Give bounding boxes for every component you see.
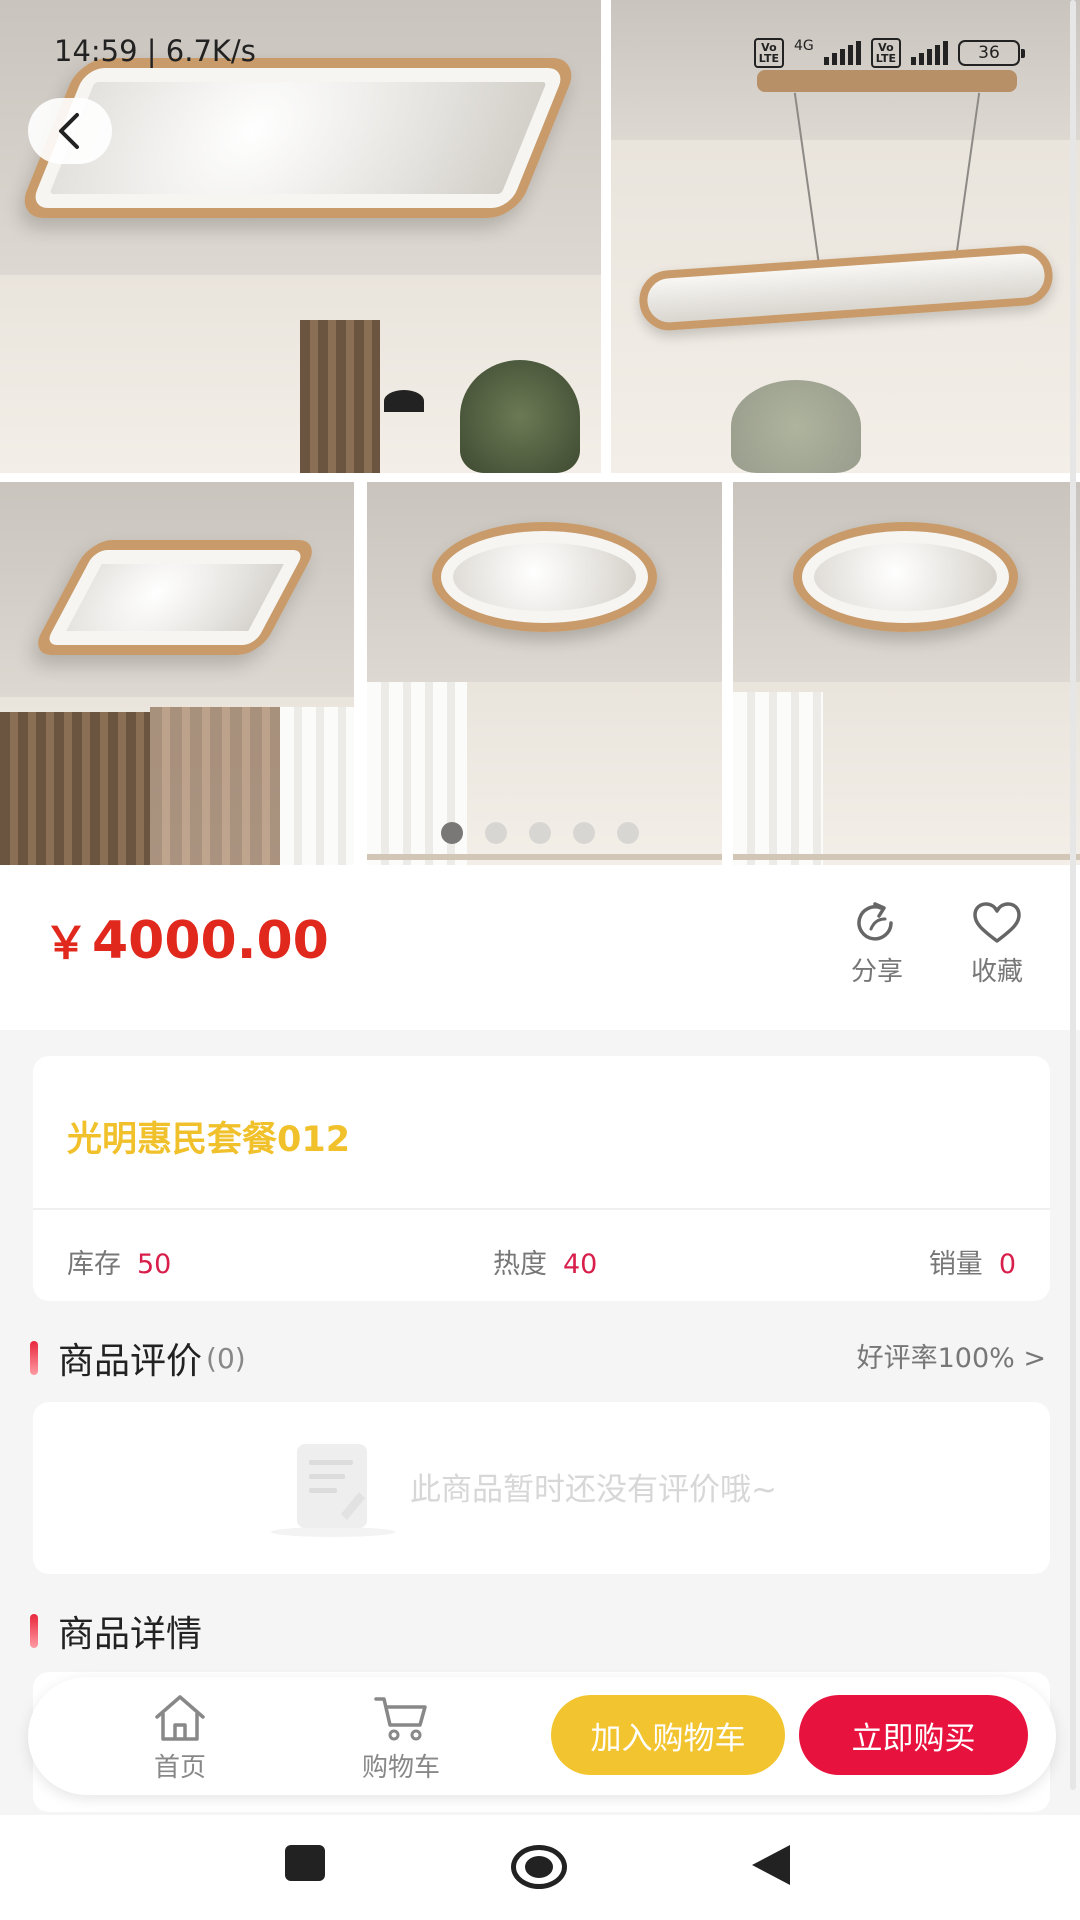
favorite-label: 收藏 (970, 957, 1023, 987)
volte-icon: Vo LTE (753, 38, 785, 68)
heat-label: 热度 (493, 1249, 547, 1280)
details-title: 商品详情 (58, 1614, 203, 1655)
price-section: ￥4000.00 分享 收藏 (0, 865, 1080, 1030)
heat-stat: 热度 40 (493, 1242, 597, 1281)
stock-stat: 库存 50 (67, 1242, 171, 1281)
signal-icon (823, 41, 861, 65)
status-icons: Vo LTE 4G Vo LTE 36 (753, 38, 1025, 68)
bottom-action-bar: 首页 购物车 加入购物车 立即购买 (28, 1677, 1056, 1795)
cart-button[interactable]: 购物车 (336, 1693, 466, 1784)
reviews-card: 此商品暂时还没有评价哦~ (33, 1402, 1050, 1574)
product-image-5[interactable] (733, 482, 1080, 865)
favorite-button[interactable]: 收藏 (952, 901, 1042, 988)
product-info-card: 光明惠民套餐012 库存 50 热度 40 销量 0 (33, 1056, 1050, 1301)
status-time: 14:59 | 6.7K/s (54, 34, 256, 68)
positive-rating-link[interactable]: 好评率100% > (857, 1336, 1046, 1375)
currency-symbol: ￥ (44, 918, 88, 969)
network-label: 4G (794, 38, 814, 54)
recents-button[interactable] (285, 1845, 325, 1881)
empty-review-icon (271, 1444, 395, 1537)
system-navigation-bar (0, 1815, 1080, 1920)
home-label: 首页 (153, 1753, 206, 1783)
reviews-heading: 商品评价 (0) (30, 1332, 246, 1384)
heart-icon (973, 902, 1021, 943)
home-icon (155, 1695, 205, 1741)
heat-value: 40 (563, 1249, 598, 1280)
share-icon (857, 902, 893, 941)
add-to-cart-button[interactable]: 加入购物车 (551, 1695, 785, 1775)
sales-label: 销量 (928, 1249, 983, 1280)
cart-icon (374, 1697, 427, 1741)
home-button[interactable]: 首页 (115, 1693, 245, 1784)
scrollbar[interactable] (1070, 0, 1076, 1790)
pagination-dot[interactable] (617, 822, 639, 844)
chevron-left-icon (59, 113, 79, 149)
pagination-dot[interactable] (441, 822, 463, 844)
pagination-dot[interactable] (529, 822, 551, 844)
cart-label: 购物车 (361, 1753, 440, 1783)
buy-now-button[interactable]: 立即购买 (799, 1695, 1028, 1775)
section-accent-bar (30, 1341, 38, 1375)
section-accent-bar (30, 1614, 38, 1648)
stock-label: 库存 (67, 1249, 121, 1280)
share-label: 分享 (850, 957, 903, 987)
sales-stat: 销量 0 (929, 1242, 1016, 1281)
product-image-4[interactable] (367, 482, 722, 865)
signal-icon-2 (911, 41, 948, 65)
back-button[interactable] (28, 98, 112, 164)
sales-value: 0 (998, 1249, 1016, 1280)
product-image-gallery[interactable]: 14:59 | 6.7K/s Vo LTE 4G Vo LTE 36 (0, 0, 1080, 865)
product-title: 光明惠民套餐012 (67, 1120, 351, 1160)
details-heading: 商品详情 (30, 1605, 202, 1657)
product-price: ￥4000.00 (44, 907, 329, 971)
reviews-title: 商品评价 (58, 1341, 203, 1382)
back-system-button[interactable] (752, 1845, 790, 1885)
battery-icon: 36 (958, 40, 1025, 66)
divider (33, 1208, 1050, 1210)
pagination-dot[interactable] (485, 822, 507, 844)
home-system-button[interactable] (511, 1845, 567, 1889)
product-image-3[interactable] (0, 482, 354, 865)
share-button[interactable]: 分享 (832, 901, 922, 988)
volte-icon-2: Vo LTE (870, 38, 901, 68)
pagination-dot[interactable] (573, 822, 595, 844)
stock-value: 50 (137, 1249, 172, 1280)
gallery-pagination (0, 822, 1080, 844)
price-value: 4000.00 (92, 911, 329, 971)
status-bar: 14:59 | 6.7K/s Vo LTE 4G Vo LTE 36 (0, 0, 1080, 100)
reviews-count: (0) (206, 1341, 246, 1375)
empty-review-text: 此商品暂时还没有评价哦~ (410, 1472, 777, 1508)
